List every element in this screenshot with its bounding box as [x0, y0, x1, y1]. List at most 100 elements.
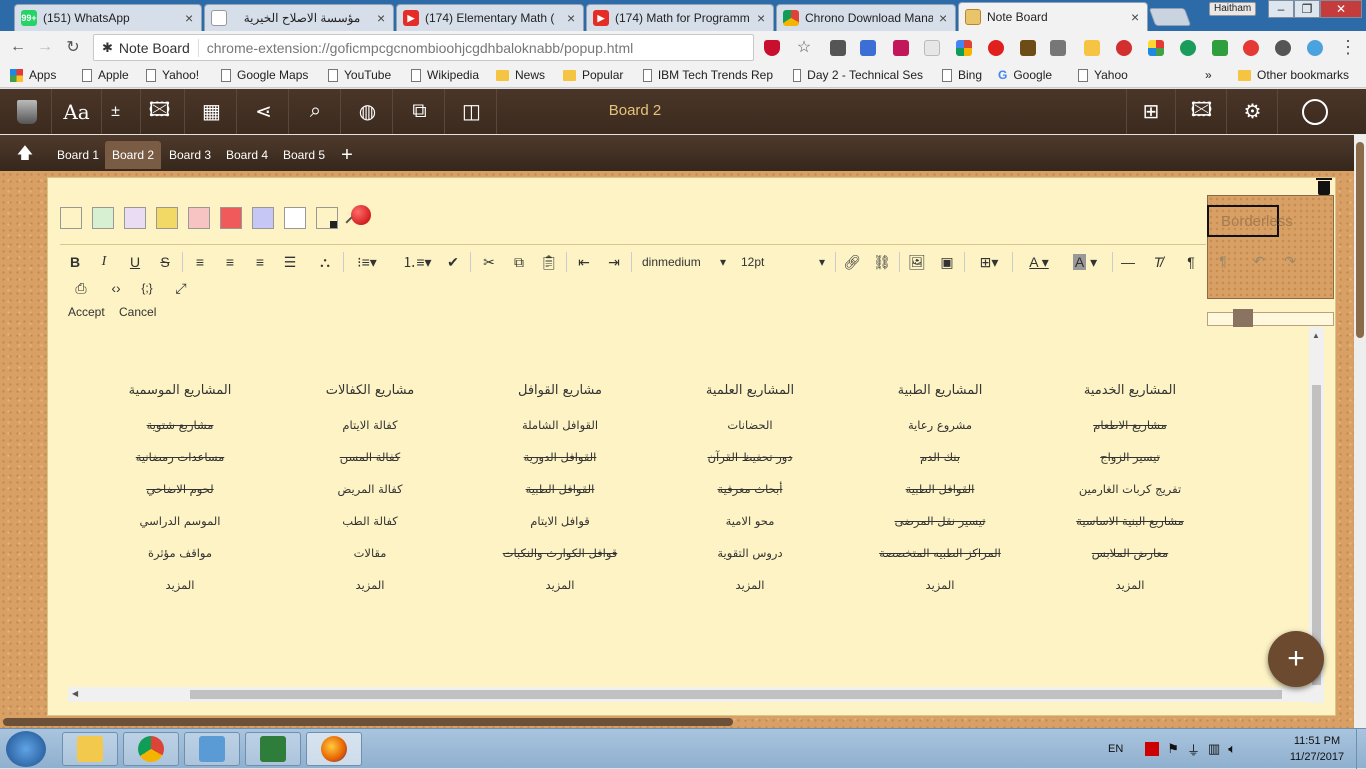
volume-icon[interactable]: 🔈︎: [1228, 741, 1236, 757]
layout-icon[interactable]: ◫: [447, 89, 497, 134]
delete-note-icon[interactable]: [1316, 178, 1332, 195]
accept-button[interactable]: Accept: [68, 305, 105, 319]
trash-icon[interactable]: [2, 89, 52, 134]
copy-icon[interactable]: ⧉: [510, 251, 528, 273]
start-button[interactable]: [6, 731, 46, 767]
numbered-list-icon[interactable]: ⒈≡▾: [400, 251, 434, 273]
boards-icon[interactable]: ▦: [187, 89, 237, 134]
source-code-icon[interactable]: ‹›: [105, 277, 127, 299]
share-icon[interactable]: ⋖: [239, 89, 289, 134]
browser-tab-note-board[interactable]: Note Board ×: [958, 2, 1148, 31]
tab-board-5[interactable]: Board 5: [276, 141, 332, 169]
align-center-icon[interactable]: ≡: [221, 251, 239, 273]
pinwheel-icon[interactable]: [1148, 40, 1164, 56]
window-close-button[interactable]: ✕: [1320, 0, 1362, 18]
highlight-color-icon[interactable]: A ▾: [1066, 251, 1104, 273]
bookmark-day2[interactable]: Day 2 - Technical Ses: [793, 68, 923, 82]
scroll-up-icon[interactable]: ▲: [1312, 331, 1320, 340]
browser-tab-whatsapp[interactable]: 99+ (151) WhatsApp ×: [14, 4, 202, 31]
browser-tab-math-programmers[interactable]: ▶ (174) Math for Programm ×: [586, 4, 774, 31]
opera-icon[interactable]: [988, 40, 1004, 56]
folder-extension-icon[interactable]: [1084, 40, 1100, 56]
language-indicator[interactable]: EN: [1108, 743, 1123, 755]
compass-icon[interactable]: [1275, 40, 1291, 56]
taskbar-chrome[interactable]: [123, 732, 179, 766]
windows-icon[interactable]: ⧉: [395, 89, 445, 134]
profile-button[interactable]: Haitham: [1209, 2, 1257, 16]
align-left-icon[interactable]: ≡: [191, 251, 209, 273]
back-icon[interactable]: ←: [8, 37, 28, 57]
scrollbar-thumb[interactable]: [190, 690, 1282, 699]
reload-icon[interactable]: ↻: [63, 37, 83, 57]
board-horizontal-scrollbar[interactable]: [0, 716, 1354, 728]
add-note-fab[interactable]: +: [1268, 631, 1324, 687]
browser-tab-islah[interactable]: مؤسسة الاصلاح الخيرية ×: [204, 4, 394, 31]
tab-board-4[interactable]: Board 4: [219, 141, 275, 169]
redo-icon[interactable]: ↷: [1281, 250, 1299, 272]
gear-icon[interactable]: ⚙: [1228, 89, 1278, 134]
tab-board-1[interactable]: Board 1: [52, 141, 104, 169]
clear-format-icon[interactable]: T̸: [1149, 251, 1167, 273]
outdent-icon[interactable]: ⇤: [575, 251, 593, 273]
taskbar-firefox[interactable]: [306, 732, 362, 766]
print-icon[interactable]: ⎙: [70, 277, 92, 299]
address-bar[interactable]: ✱ Note Board chrome-extension://goficmpc…: [93, 34, 754, 61]
cloud-icon[interactable]: [1307, 40, 1323, 56]
browser-tab-elementary-math[interactable]: ▶ (174) Elementary Math ( ×: [396, 4, 584, 31]
taskbar-task-manager[interactable]: [245, 732, 301, 766]
scrollbar-thumb[interactable]: [1356, 142, 1364, 338]
text-color-icon[interactable]: A ▾: [1020, 251, 1058, 273]
underline-icon[interactable]: U: [126, 251, 144, 273]
opacity-slider[interactable]: [1207, 309, 1334, 329]
tab-board-3[interactable]: Board 3: [162, 141, 218, 169]
minimize-button[interactable]: –: [1268, 0, 1294, 18]
editor-horizontal-scrollbar[interactable]: ◀: [68, 687, 1309, 702]
undo-icon[interactable]: ↶: [1250, 250, 1268, 272]
mendeley-icon[interactable]: [893, 40, 909, 56]
color-picker-swatch[interactable]: [316, 207, 338, 229]
usb-icon[interactable]: ⏚: [1187, 740, 1200, 759]
insert-media-icon[interactable]: ▣: [938, 251, 956, 273]
font-size-select[interactable]: 12pt ▾: [741, 251, 825, 273]
zoom-icon[interactable]: ±: [91, 89, 141, 134]
note-editor-content[interactable]: المشاريع الخدمية المشاريع الطبية المشاريع …: [61, 327, 1309, 687]
close-icon[interactable]: ×: [377, 10, 387, 26]
bookmark-news[interactable]: News: [496, 68, 545, 82]
horizontal-rule-icon[interactable]: —: [1119, 251, 1137, 273]
code-block-icon[interactable]: {;}: [136, 277, 158, 299]
colorful-extension-icon[interactable]: [956, 40, 972, 56]
pin-icon[interactable]: [351, 205, 371, 225]
download-extension-icon[interactable]: [1212, 40, 1228, 56]
color-swatch-cream[interactable]: [60, 207, 82, 229]
add-board-button[interactable]: +: [336, 141, 358, 169]
lastpass-icon[interactable]: [1243, 40, 1259, 56]
new-tab-button[interactable]: [1148, 8, 1192, 26]
italic-icon[interactable]: I: [95, 251, 113, 273]
close-icon[interactable]: ×: [757, 10, 767, 26]
up-arrow-icon[interactable]: 🡅: [8, 141, 42, 169]
bookmark-popular[interactable]: Popular: [563, 68, 623, 82]
paragraph-icon[interactable]: ¶: [1182, 251, 1200, 273]
castle-icon[interactable]: [1020, 40, 1036, 56]
bookmark-google[interactable]: G Google: [998, 68, 1052, 82]
close-icon[interactable]: ×: [939, 10, 949, 26]
bookmark-apps[interactable]: Apps: [10, 68, 56, 82]
checkmark-icon[interactable]: ✔: [444, 251, 462, 273]
scrollbar-thumb[interactable]: [3, 718, 733, 726]
borderless-option[interactable]: Borderless: [1207, 205, 1293, 237]
bookmarks-overflow-button[interactable]: »: [1205, 68, 1212, 82]
bookmark-ibm[interactable]: IBM Tech Trends Rep: [643, 68, 773, 82]
bookmark-youtube[interactable]: YouTube: [328, 68, 391, 82]
board-vertical-scrollbar[interactable]: [1354, 134, 1366, 728]
show-desktop-button[interactable]: [1356, 729, 1366, 769]
add-image-icon[interactable]: 🖾: [1177, 89, 1227, 134]
color-swatch-lavender[interactable]: [124, 207, 146, 229]
insert-image-icon[interactable]: 🖼︎: [908, 251, 926, 273]
font-family-select[interactable]: dinmedium ▾: [642, 251, 726, 273]
bookmark-apple[interactable]: Apple: [82, 68, 129, 82]
link-icon[interactable]: 🔗︎: [843, 251, 861, 273]
color-swatch-pink[interactable]: [188, 207, 210, 229]
image-icon[interactable]: 🖾: [135, 89, 185, 134]
color-swatch-red[interactable]: [220, 207, 242, 229]
acrobat-icon[interactable]: [1145, 742, 1160, 756]
